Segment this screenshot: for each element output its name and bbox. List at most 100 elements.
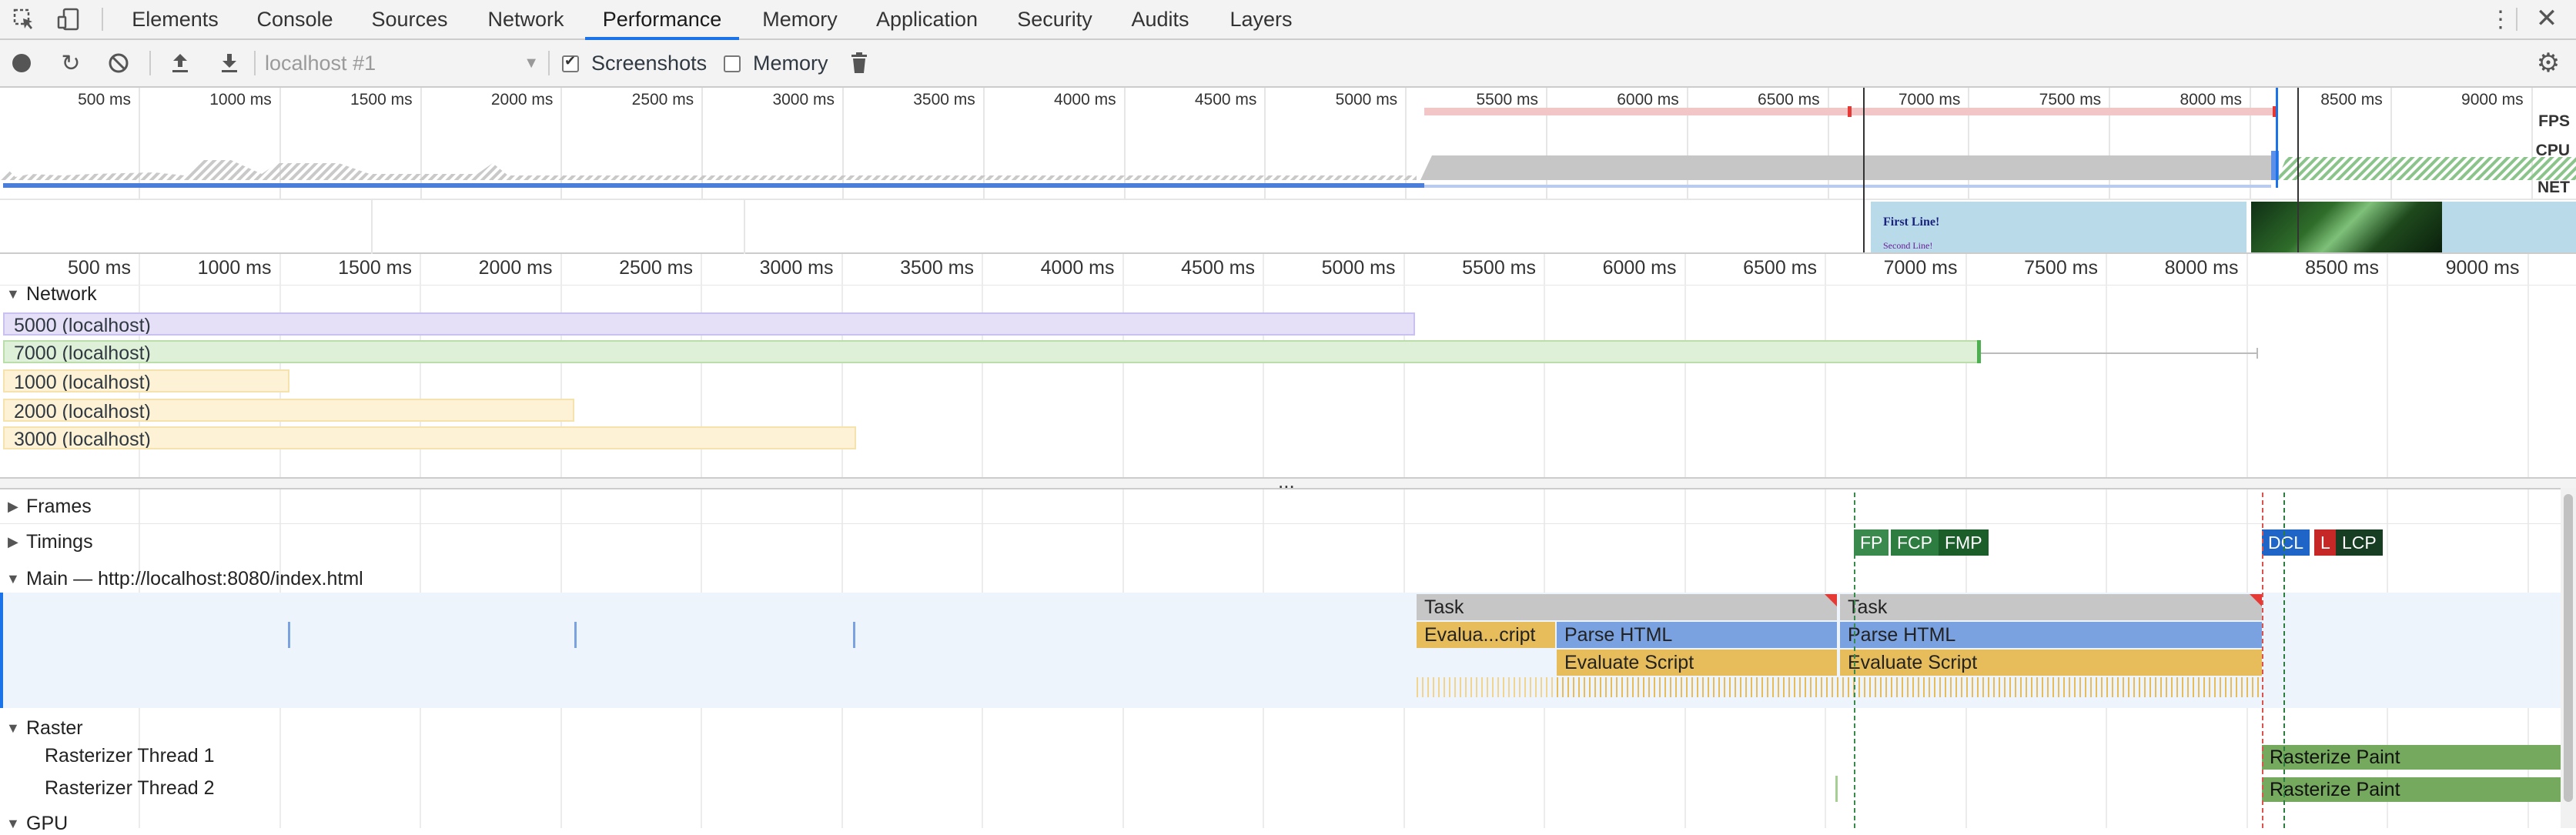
overview-gridline [139,88,140,199]
timing-marker-fp[interactable]: FP [1854,529,1889,556]
profile-select[interactable]: localhost #1 ▼ [265,40,539,86]
fps-lane-label: FPS [2538,112,2570,130]
selection-left-marker[interactable] [1863,88,1865,252]
inspect-element-icon[interactable] [11,6,37,32]
screenshot-thumbnail[interactable]: First Line! Second Line! [1871,202,2246,252]
rasterize-paint-block[interactable]: Rasterize Paint [2262,745,2561,770]
screenshot-thumbnail[interactable] [2442,202,2576,252]
fps-marker [1848,106,1852,117]
network-section-title[interactable]: Network [26,283,97,306]
tab-performance[interactable]: Performance [585,0,739,40]
overview-tick-label: 1000 ms [209,91,272,109]
tab-application[interactable]: Application [868,0,985,38]
selection-right-marker[interactable] [2297,88,2299,252]
timeline-tick-label: 5000 ms [1321,257,1396,279]
more-options-icon[interactable]: ⋮ [2489,6,2512,32]
panel-resizer[interactable]: ... [0,469,2576,493]
gpu-section-title[interactable]: GPU [26,813,68,835]
frames-expand-icon[interactable]: ▶ [8,499,18,515]
network-request-bar[interactable]: 3000 (localhost) [3,426,856,449]
frames-section-title[interactable]: Frames [26,496,92,518]
tab-security[interactable]: Security [1012,0,1098,38]
overview-tick-label: 8500 ms [2320,91,2383,109]
network-request-bar[interactable]: 5000 (localhost) [3,312,1415,336]
network-request-bar[interactable]: 7000 (localhost) [3,340,1979,363]
reload-icon[interactable]: ↻ [59,51,83,76]
main-section-title[interactable]: Main — http://localhost:8080/index.html [26,568,363,590]
gpu-collapse-icon[interactable]: ▼ [6,816,20,832]
overview-gridline [1264,88,1266,199]
screenshot-text-line2: Second Line! [1883,240,1933,251]
parse-html-block[interactable]: Parse HTML [1557,622,1837,648]
long-task-flag [2250,594,2262,606]
evaluate-script-block[interactable]: Evaluate Script [1840,650,2262,676]
timeline-tick-label: 4500 ms [1181,257,1255,279]
timing-marker-fmp[interactable]: FMP [1939,529,1989,556]
tab-console[interactable]: Console [245,0,345,38]
timeline-gridline [2246,254,2248,828]
task-block[interactable]: Task [1840,594,2262,620]
timeline-overview[interactable]: 500 ms 1000 ms 1500 ms 2000 ms 2500 ms 3000 m… [0,88,2576,254]
tab-network[interactable]: Network [477,0,574,38]
tab-memory[interactable]: Memory [756,0,844,38]
parse-html-block[interactable]: Parse HTML [1840,622,2262,648]
screenshot-text-line1: First Line! [1883,215,1940,229]
tab-layers[interactable]: Layers [1223,0,1300,38]
timing-marker-lcp[interactable]: LCP [2336,529,2383,556]
network-request-bar[interactable]: 2000 (localhost) [3,399,574,422]
dcl-timing-line [2262,493,2263,828]
overview-gridline [1827,88,1829,199]
scrollbar-thumb[interactable] [2564,494,2573,802]
evaluate-script-block[interactable]: Evaluate Script [1557,650,1837,676]
overview-gridline [842,88,844,199]
record-icon[interactable] [11,52,32,74]
tab-sources[interactable]: Sources [363,0,456,38]
timing-marker-dcl[interactable]: DCL [2262,529,2310,556]
timing-marker-fcp[interactable]: FCP [1891,529,1939,556]
screenshots-checkbox[interactable] [562,53,579,72]
screenshot-thumbnail[interactable] [2251,202,2442,252]
net-bar [1424,185,2271,188]
raster-thread-1-label[interactable]: Rasterizer Thread 1 [45,745,214,767]
timings-expand-icon[interactable]: ▶ [8,534,18,550]
settings-gear-icon[interactable]: ⚙ [2534,48,2562,78]
rasterize-paint-block[interactable]: Rasterize Paint [2262,777,2561,802]
timeline-tick-label: 1500 ms [338,257,412,279]
network-request-bar[interactable]: 1000 (localhost) [3,369,289,392]
timeline-tick-label: 5500 ms [1462,257,1536,279]
download-icon[interactable] [217,51,242,75]
overview-tick-label: 3000 ms [772,91,835,109]
raster-collapse-icon[interactable]: ▼ [6,720,20,736]
timing-marker-l[interactable]: L [2314,529,2337,556]
trash-icon[interactable] [847,51,871,75]
timeline-tick-label: 2000 ms [478,257,553,279]
vertical-scrollbar[interactable] [2561,488,2576,828]
net-lane-label: NET [2538,179,2570,196]
task-block[interactable]: Task [1417,594,1837,620]
network-collapse-icon[interactable]: ▼ [6,286,20,302]
screenshots-label: Screenshots [591,52,708,75]
timeline-gridline [2106,254,2107,828]
upload-icon[interactable] [168,51,192,75]
tab-elements[interactable]: Elements [123,0,227,38]
timeline-gridline [2527,254,2529,828]
overview-tick-label: 5000 ms [1335,91,1398,109]
overview-tick-label: 9000 ms [2461,91,2524,109]
timings-section-title[interactable]: Timings [26,531,93,553]
raster-section-title[interactable]: Raster [26,717,83,740]
evaluate-script-block[interactable]: Evalua...cript [1417,622,1555,648]
main-collapse-icon[interactable]: ▼ [6,571,20,587]
overview-gridline [1686,88,1688,199]
timeline-tick-label: 9000 ms [2445,257,2520,279]
filmstrip: First Line! Second Line! [0,199,2576,254]
close-icon[interactable]: ✕ [2533,4,2561,33]
cpu-activity-chart [0,151,2576,180]
overview-gridline [279,88,281,199]
memory-checkbox[interactable] [724,55,741,72]
clear-icon[interactable] [106,51,131,75]
overview-tick-label: 2000 ms [490,91,554,109]
lcp-timing-line [2283,493,2285,828]
device-toolbar-icon[interactable] [55,6,82,32]
tab-audits[interactable]: Audits [1124,0,1196,38]
raster-thread-2-label[interactable]: Rasterizer Thread 2 [45,777,214,800]
